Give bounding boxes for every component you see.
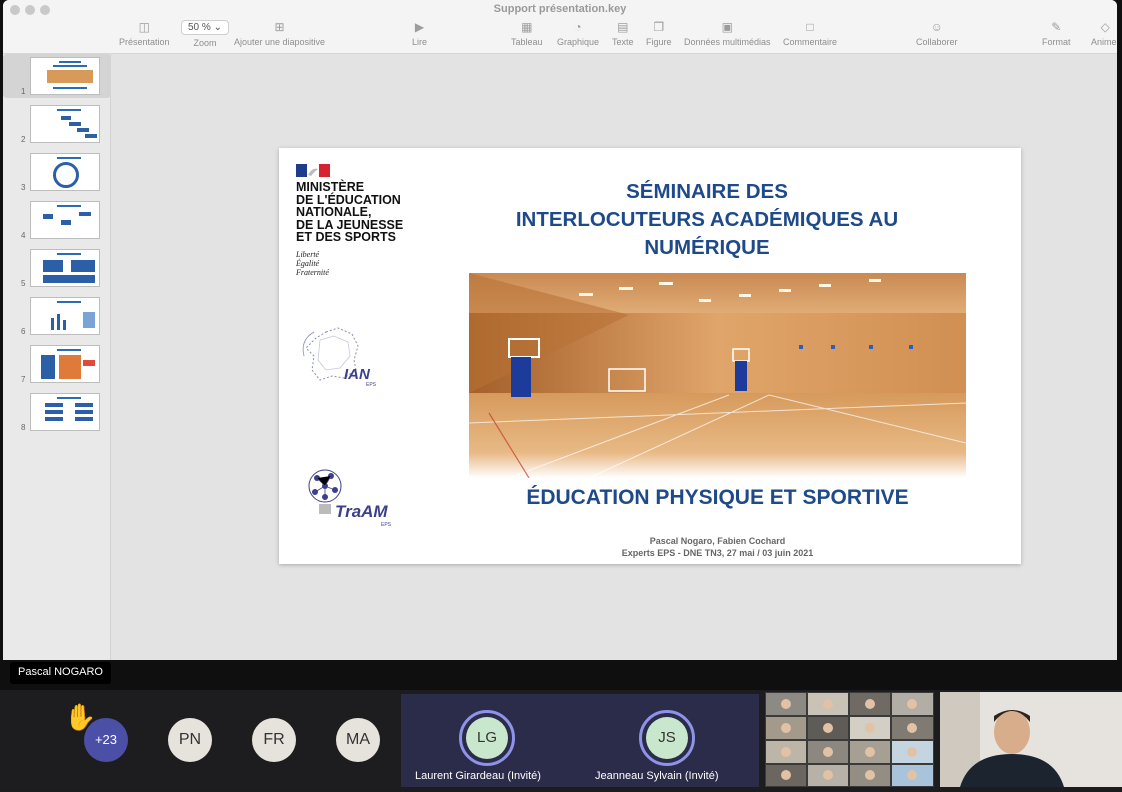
presentation-view-button[interactable]: ◫ Présentation (119, 20, 170, 47)
text-button[interactable]: ▤ Texte (612, 20, 634, 47)
play-button[interactable]: ▶ Lire (412, 20, 427, 47)
slide-thumbnail-7[interactable]: 7 (3, 342, 111, 386)
shared-screen: Support présentation.key ◫ Présentation … (0, 0, 1122, 690)
table-button[interactable]: ▦ Tableau (511, 20, 543, 47)
collaborate-icon: ☺ (930, 20, 943, 34)
comment-button[interactable]: □ Commentaire (783, 20, 837, 47)
ian-logo: IAN EPS (296, 326, 386, 388)
shape-icon: ❐ (653, 20, 665, 34)
participant-avatar-pn[interactable]: PN (168, 718, 212, 762)
camera-feed (940, 692, 1122, 787)
slide-thumbnail-1[interactable]: 1 (3, 54, 111, 98)
slide-title: SÉMINAIRE DES INTERLOCUTEURS ACADÉMIQUES… (515, 180, 899, 259)
slide-authors: Pascal Nogaro, Fabien Cochard Experts EP… (621, 536, 814, 558)
slide-thumbnail-8[interactable]: 8 (3, 390, 111, 434)
guest-name-js: Jeanneau Sylvain (Invité) (595, 770, 719, 782)
keynote-window: Support présentation.key ◫ Présentation … (3, 0, 1117, 660)
paintbrush-icon: ✎ (1051, 20, 1062, 34)
format-button[interactable]: ✎ Format (1042, 20, 1071, 47)
zoom-dropdown[interactable]: 50 % ⌄ (181, 20, 229, 35)
slide-navigator: 1 2 3 4 5 6 7 8 (3, 54, 111, 660)
traam-logo: TraAM EPS (305, 466, 400, 530)
france-map-logo-icon (302, 327, 359, 381)
self-camera-video[interactable] (940, 692, 1122, 787)
slide-thumbnail-2[interactable]: 2 (3, 102, 111, 146)
slide-thumbnail-4[interactable]: 4 (3, 198, 111, 242)
sidebar-icon: ◫ (138, 20, 150, 34)
slide-subtitle: ÉDUCATION PHYSIQUE ET SPORTIVE (526, 486, 909, 509)
collaborate-button[interactable]: ☺ Collaborer (916, 20, 958, 47)
marianne-flag-icon (296, 164, 330, 177)
chart-button[interactable]: ◔ Graphique (557, 20, 599, 47)
participant-avatar-ma[interactable]: MA (336, 718, 380, 762)
republic-motto: Liberté Égalité Fraternité (296, 250, 329, 277)
media-button[interactable]: ▣ Données multimédias (684, 20, 771, 47)
ministry-name: MINISTÈRE DE L'ÉDUCATION NATIONALE, DE L… (296, 180, 404, 244)
slide-thumbnail-3[interactable]: 3 (3, 150, 111, 194)
gallery-video-grid[interactable] (765, 692, 934, 787)
presenter-name-label: Pascal NOGARO (10, 662, 111, 684)
chevron-down-icon: ⌄ (213, 22, 222, 33)
guest-name-lg: Laurent Girardeau (Invité) (415, 770, 541, 782)
text-icon: ▤ (617, 20, 629, 34)
play-icon: ▶ (414, 20, 425, 34)
window-title: Support présentation.key (493, 3, 627, 15)
comment-icon: □ (806, 20, 814, 34)
participant-avatar-fr[interactable]: FR (252, 718, 296, 762)
slide-thumbnail-5[interactable]: 5 (3, 246, 111, 290)
animate-button[interactable]: ◇ Animer (1091, 20, 1117, 47)
add-slide-button[interactable]: ⊞ Ajouter une diapositive (234, 20, 325, 47)
more-participants-badge[interactable]: +23 (84, 718, 128, 762)
chart-icon: ◔ (574, 20, 582, 34)
guest-avatar-js[interactable]: JS (639, 710, 695, 766)
animate-icon: ◇ (1100, 20, 1110, 34)
add-slide-icon: ⊞ (274, 20, 285, 34)
guest-avatar-lg[interactable]: LG (459, 710, 515, 766)
slide-canvas[interactable]: MINISTÈRE DE L'ÉDUCATION NATIONALE, DE L… (111, 54, 1117, 660)
video-thumbnails (766, 693, 933, 786)
shape-button[interactable]: ❐ Figure (646, 20, 672, 47)
gymnasium-photo (469, 273, 966, 478)
toolbar: Support présentation.key ◫ Présentation … (3, 0, 1117, 54)
table-icon: ▦ (521, 20, 533, 34)
zoom-control[interactable]: 50 % ⌄ Zoom (181, 20, 229, 48)
current-slide[interactable]: MINISTÈRE DE L'ÉDUCATION NATIONALE, DE L… (279, 148, 1021, 564)
image-icon: ▣ (721, 20, 733, 34)
slide-thumbnail-6[interactable]: 6 (3, 294, 111, 338)
